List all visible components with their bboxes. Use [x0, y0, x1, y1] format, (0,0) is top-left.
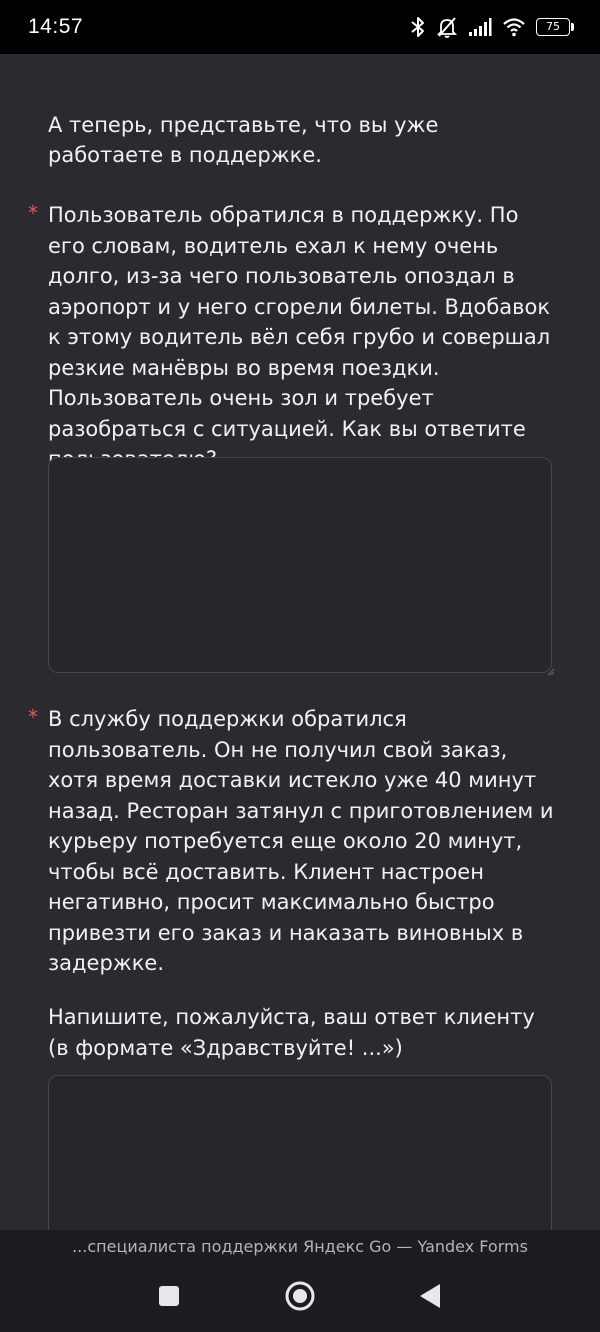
required-mark: * [28, 201, 38, 225]
form-intro-text: А теперь, представьте, что вы уже работа… [48, 113, 439, 167]
question-2-text: В службу поддержки обратился пользовател… [48, 707, 554, 975]
circle-icon [285, 1281, 315, 1311]
signal-icon [468, 17, 492, 37]
answer-2-textarea[interactable] [48, 1075, 552, 1230]
battery-icon: 75 [536, 18, 574, 36]
wifi-icon [502, 17, 526, 37]
bottom-bar: ...специалиста поддержки Яндекс Go — Yan… [0, 1230, 600, 1332]
question-1: * Пользователь обратился в поддержку. По… [28, 200, 558, 475]
status-icons: 75 [410, 14, 574, 40]
back-button[interactable] [410, 1280, 450, 1312]
bluetooth-icon [410, 16, 426, 38]
clock: 14:57 [28, 15, 84, 38]
browser-page-title[interactable]: ...специалиста поддержки Яндекс Go — Yan… [0, 1237, 600, 1256]
required-mark: * [28, 705, 38, 729]
recents-button[interactable] [149, 1280, 189, 1312]
question-2: * В службу поддержки обратился пользоват… [28, 704, 558, 979]
resize-handle-icon[interactable] [545, 666, 555, 676]
status-bar: 14:57 75 [0, 0, 600, 54]
square-icon [159, 1286, 179, 1306]
navigation-bar [0, 1280, 600, 1312]
bell-off-icon [436, 16, 458, 38]
answer-1-textarea[interactable] [48, 457, 555, 676]
question-1-text: Пользователь обратился в поддержку. По е… [48, 203, 551, 471]
form-page[interactable]: А теперь, представьте, что вы уже работа… [0, 54, 600, 1230]
triangle-back-icon [420, 1284, 440, 1308]
question-2-subtext: Напишите, пожалуйста, ваш ответ клиенту … [48, 1005, 535, 1060]
home-button[interactable] [280, 1280, 320, 1312]
